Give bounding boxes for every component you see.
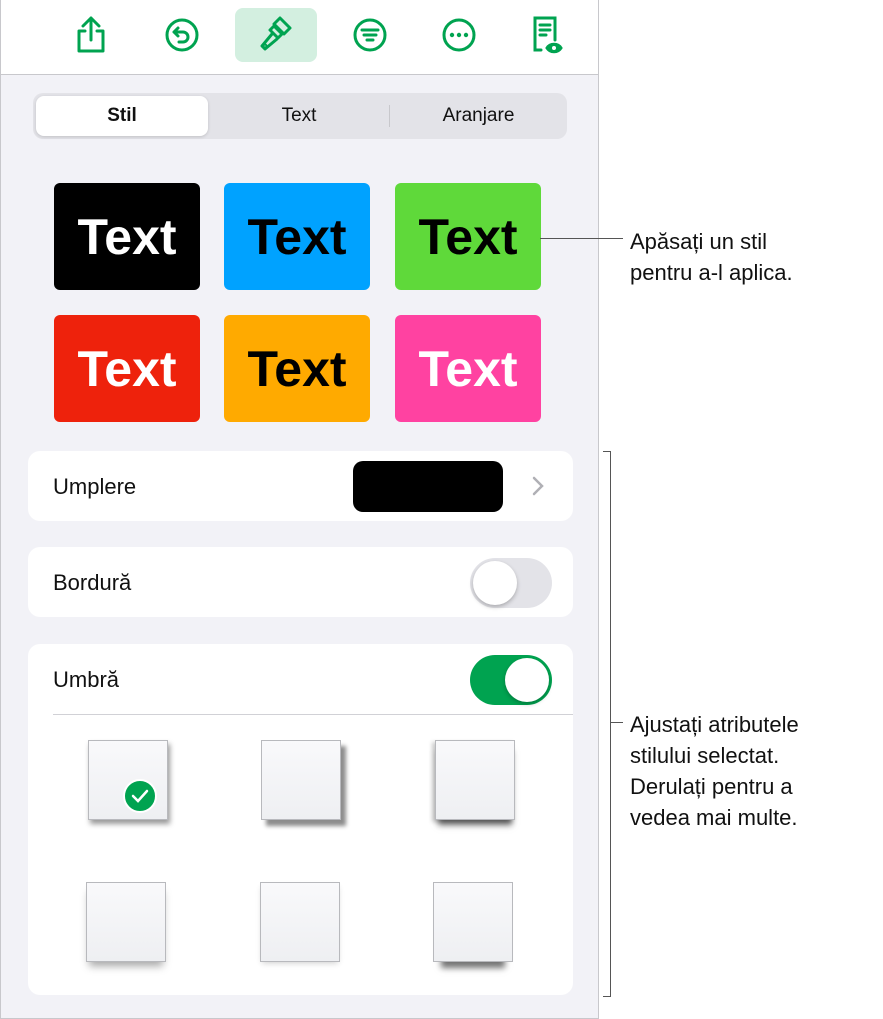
- annotation-attributes: Ajustați atributele stilului selectat. D…: [630, 712, 799, 830]
- style-swatch[interactable]: Text: [395, 183, 541, 290]
- shadow-option[interactable]: [260, 882, 340, 962]
- more-button[interactable]: [418, 8, 500, 62]
- document-view-icon: [533, 16, 563, 54]
- toggle-knob: [505, 658, 549, 702]
- format-button[interactable]: [235, 8, 317, 62]
- toolbar: [1, 0, 598, 75]
- shadow-toggle[interactable]: [470, 655, 552, 705]
- border-label: Bordură: [53, 570, 132, 595]
- format-panel: Stil Text Aranjare Text Text Text Text T…: [0, 0, 599, 1019]
- shadow-option[interactable]: [433, 882, 513, 962]
- border-toggle[interactable]: [470, 558, 552, 608]
- style-swatch[interactable]: Text: [54, 183, 200, 290]
- share-icon: [77, 16, 105, 53]
- toggle-knob: [473, 561, 517, 605]
- style-swatch[interactable]: Text: [224, 315, 370, 422]
- style-swatch[interactable]: Text: [395, 315, 541, 422]
- checkmark-icon: [123, 779, 157, 813]
- fill-label: Umplere: [53, 474, 137, 499]
- tab-divider: [389, 105, 390, 127]
- shadow-label: Umbră: [53, 667, 120, 692]
- callout-bracket: [603, 451, 611, 997]
- callout-line: [611, 722, 623, 723]
- share-button[interactable]: [50, 8, 132, 62]
- shadow-option[interactable]: [88, 740, 168, 820]
- shadow-option[interactable]: [86, 882, 166, 962]
- fill-color-swatch[interactable]: [353, 461, 503, 512]
- tab-text[interactable]: Text: [213, 96, 385, 136]
- tab-stil[interactable]: Stil: [36, 96, 208, 136]
- undo-icon: [165, 18, 199, 52]
- style-swatch[interactable]: Text: [224, 183, 370, 290]
- undo-button[interactable]: [141, 8, 223, 62]
- annotation-style: Apăsați un stil pentru a-l aplica.: [630, 229, 793, 285]
- callout-line: [540, 238, 623, 239]
- format-brush-icon: [260, 16, 292, 51]
- shadow-section: Umbră: [28, 644, 573, 995]
- organize-button[interactable]: [329, 8, 411, 62]
- tab-aranjare[interactable]: Aranjare: [393, 96, 564, 136]
- shadow-option[interactable]: [435, 740, 515, 820]
- divider: [53, 714, 573, 715]
- style-swatch[interactable]: Text: [54, 315, 200, 422]
- chevron-right-icon: [532, 476, 544, 496]
- fill-row[interactable]: Umplere: [28, 451, 573, 521]
- filter-icon: [353, 18, 387, 52]
- more-icon: [442, 18, 476, 52]
- tab-control: Stil Text Aranjare: [33, 93, 567, 139]
- shadow-option[interactable]: [261, 740, 341, 820]
- document-view-button[interactable]: [506, 8, 588, 62]
- border-row: Bordură: [28, 547, 573, 617]
